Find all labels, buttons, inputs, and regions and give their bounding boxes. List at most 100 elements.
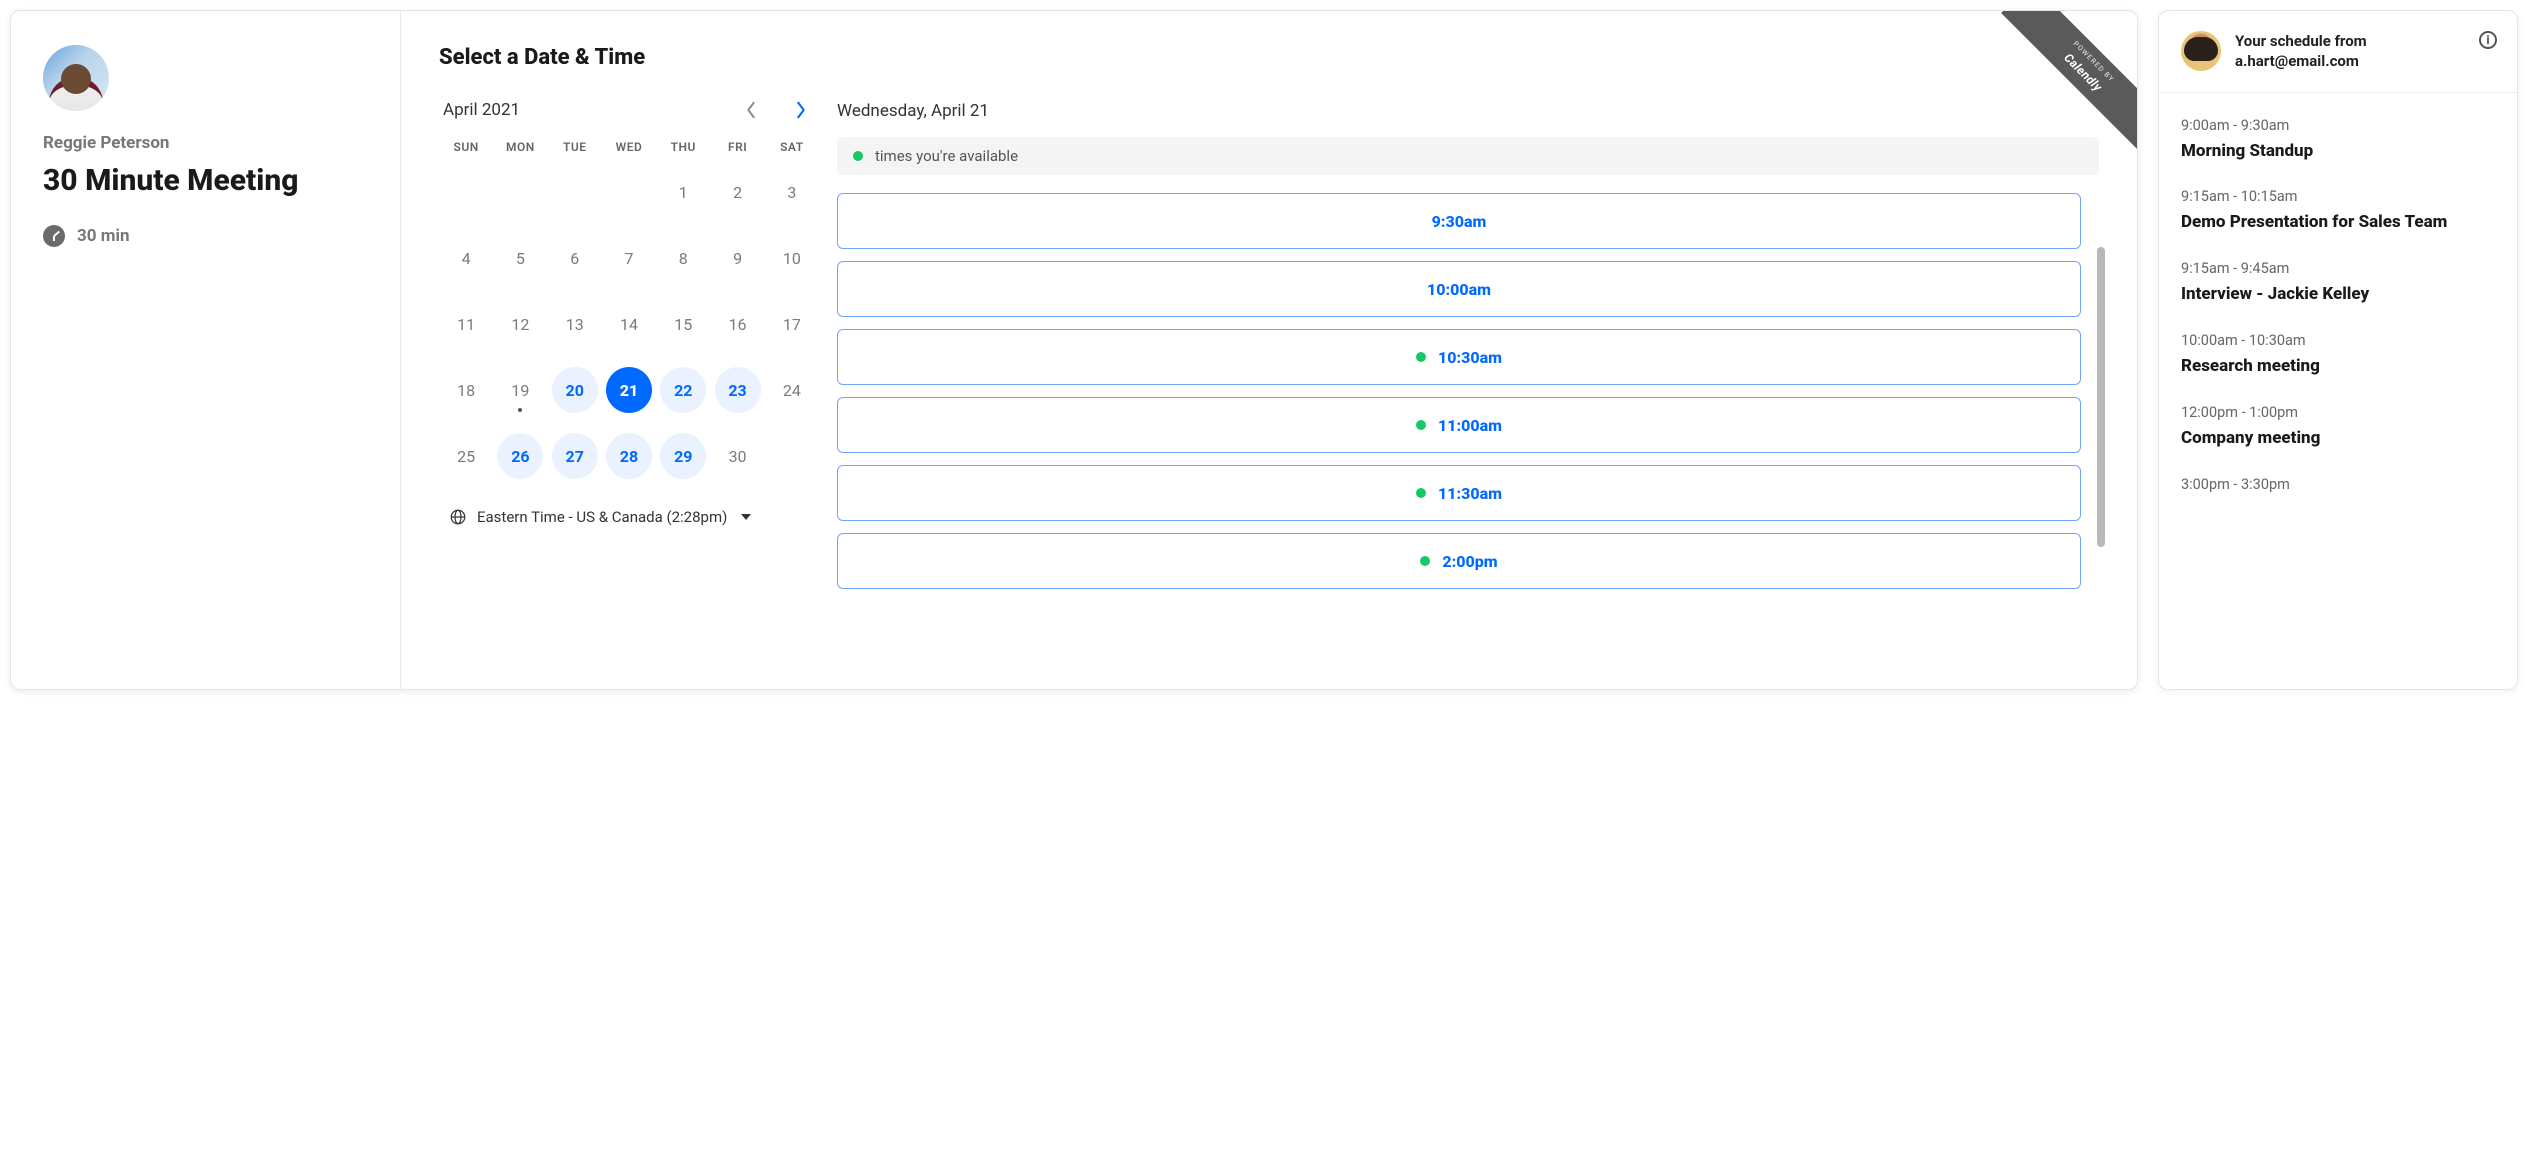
timezone-label: Eastern Time - US & Canada (2:28pm) bbox=[477, 508, 727, 526]
sidebar-header: Your schedule from a.hart@email.com i bbox=[2159, 11, 2517, 93]
meeting-title: 30 Minute Meeting bbox=[43, 163, 368, 199]
calendar-day-number: 3 bbox=[787, 183, 796, 202]
calendar-day: 30 bbox=[710, 432, 764, 480]
weekday-label: FRI bbox=[710, 140, 764, 154]
schedule-item-time: 12:00pm - 1:00pm bbox=[2181, 404, 2495, 421]
calendar-day[interactable]: 22 bbox=[656, 366, 710, 414]
calendar-day-number: 1 bbox=[679, 183, 688, 202]
calendar-day: 14 bbox=[602, 300, 656, 348]
calendar-day[interactable]: 20 bbox=[548, 366, 602, 414]
calendar-day-number: 26 bbox=[511, 447, 529, 466]
timezone-selector[interactable]: Eastern Time - US & Canada (2:28pm) bbox=[439, 508, 819, 526]
calendar-day bbox=[602, 168, 656, 216]
scrollbar-thumb[interactable] bbox=[2097, 247, 2105, 547]
clock-icon bbox=[43, 225, 65, 247]
info-icon[interactable]: i bbox=[2479, 31, 2497, 49]
calendar-day: 6 bbox=[548, 234, 602, 282]
calendar-day: 8 bbox=[656, 234, 710, 282]
calendar-day-number: 20 bbox=[566, 381, 584, 400]
schedule-item-title: Research meeting bbox=[2181, 355, 2495, 378]
calendar-day: 5 bbox=[493, 234, 547, 282]
calendar-day: 25 bbox=[439, 432, 493, 480]
time-slot-button[interactable]: 10:00am bbox=[837, 261, 2081, 317]
time-slot-label: 10:00am bbox=[1427, 280, 1491, 299]
calendar-day-number: 10 bbox=[783, 249, 801, 268]
calendar-day[interactable]: 28 bbox=[602, 432, 656, 480]
calendar-day-number: 22 bbox=[674, 381, 692, 400]
calendar-day-number: 27 bbox=[566, 447, 584, 466]
schedule-item-time: 9:00am - 9:30am bbox=[2181, 117, 2495, 134]
calendar-day[interactable]: 23 bbox=[710, 366, 764, 414]
schedule-item: 3:00pm - 3:30pm bbox=[2181, 456, 2495, 505]
sidebar-title-line2: a.hart@email.com bbox=[2235, 51, 2367, 71]
calendar-day[interactable]: 27 bbox=[548, 432, 602, 480]
calendar-day-number: 21 bbox=[620, 381, 638, 400]
time-slot-label: 11:00am bbox=[1438, 416, 1502, 435]
calendar-day: 24 bbox=[765, 366, 819, 414]
calendar-grid: 1234567891011121314151617181920212223242… bbox=[439, 168, 819, 480]
calendar-day bbox=[439, 168, 493, 216]
calendar-day-number: 28 bbox=[620, 447, 638, 466]
schedule-item-time: 9:15am - 9:45am bbox=[2181, 260, 2495, 277]
host-avatar bbox=[43, 45, 109, 111]
schedule-item-title: Demo Presentation for Sales Team bbox=[2181, 211, 2495, 234]
time-slot-button[interactable]: 10:30am bbox=[837, 329, 2081, 385]
schedule-item-time: 9:15am - 10:15am bbox=[2181, 188, 2495, 205]
calendar-day-number: 9 bbox=[733, 249, 742, 268]
schedule-list[interactable]: 9:00am - 9:30amMorning Standup9:15am - 1… bbox=[2159, 93, 2517, 522]
weekday-label: SUN bbox=[439, 140, 493, 154]
calendar-day[interactable]: 21 bbox=[602, 366, 656, 414]
duration-label: 30 min bbox=[77, 226, 130, 246]
time-slot-button[interactable]: 11:00am bbox=[837, 397, 2081, 453]
calendar-day-number: 11 bbox=[457, 315, 475, 334]
selected-date-label: Wednesday, April 21 bbox=[837, 101, 2099, 121]
duration-row: 30 min bbox=[43, 225, 368, 247]
calendar-column: Select a Date & Time April 2021 SUNMONTU… bbox=[439, 45, 819, 669]
time-slot-button[interactable]: 11:30am bbox=[837, 465, 2081, 521]
event-details-panel: Reggie Peterson 30 Minute Meeting 30 min bbox=[11, 11, 401, 689]
calendar-day-number: 7 bbox=[624, 249, 633, 268]
time-slot-label: 2:00pm bbox=[1442, 552, 1497, 571]
calendar-day: 9 bbox=[710, 234, 764, 282]
calendar-day-number: 16 bbox=[729, 315, 747, 334]
calendar-day-number: 30 bbox=[729, 447, 747, 466]
available-dot-icon bbox=[1416, 420, 1426, 430]
time-slot-button[interactable]: 2:00pm bbox=[837, 533, 2081, 589]
available-dot-icon bbox=[853, 151, 863, 161]
weekday-label: SAT bbox=[765, 140, 819, 154]
schedule-item-title: Interview - Jackie Kelley bbox=[2181, 283, 2495, 306]
user-avatar bbox=[2181, 31, 2221, 71]
calendar-day: 3 bbox=[765, 168, 819, 216]
calendar-day: 1 bbox=[656, 168, 710, 216]
calendar-day-number: 23 bbox=[728, 381, 746, 400]
prev-month-button[interactable] bbox=[743, 102, 759, 118]
calendar-day[interactable]: 29 bbox=[656, 432, 710, 480]
calendar-day-number: 29 bbox=[674, 447, 692, 466]
calendar-day-number: 14 bbox=[620, 315, 638, 334]
weekday-label: WED bbox=[602, 140, 656, 154]
globe-icon bbox=[449, 508, 467, 526]
schedule-sidebar: Your schedule from a.hart@email.com i 9:… bbox=[2158, 10, 2518, 690]
calendar-day-number: 12 bbox=[511, 315, 529, 334]
calendar-day-number: 2 bbox=[733, 183, 742, 202]
booking-card: POWERED BY Calendly Reggie Peterson 30 M… bbox=[10, 10, 2138, 690]
next-month-button[interactable] bbox=[793, 102, 809, 118]
calendar-day-number: 24 bbox=[783, 381, 801, 400]
month-label: April 2021 bbox=[443, 100, 520, 120]
time-slot-button[interactable]: 9:30am bbox=[837, 193, 2081, 249]
time-slot-list[interactable]: 9:30am 10:00am 10:30am 11:00am 11:30am 2:00pm bbox=[837, 193, 2099, 589]
schedule-item: 9:15am - 10:15am Demo Presentation for Sa… bbox=[2181, 168, 2495, 240]
available-dot-icon bbox=[1420, 556, 1430, 566]
calendar-day-number: 19 bbox=[511, 381, 529, 400]
date-time-panel: Select a Date & Time April 2021 SUNMONTU… bbox=[401, 11, 2137, 689]
time-slot-label: 9:30am bbox=[1432, 212, 1487, 231]
calendar-day-number: 15 bbox=[674, 315, 692, 334]
calendar-day-number: 8 bbox=[679, 249, 688, 268]
time-slot-label: 11:30am bbox=[1438, 484, 1502, 503]
calendar-day bbox=[548, 168, 602, 216]
weekday-header: SUNMONTUEWEDTHUFRISAT bbox=[439, 140, 819, 154]
powered-by-ribbon[interactable]: POWERED BY Calendly bbox=[1997, 11, 2137, 151]
sidebar-title-line1: Your schedule from bbox=[2235, 31, 2367, 51]
calendar-day: 15 bbox=[656, 300, 710, 348]
calendar-day[interactable]: 26 bbox=[493, 432, 547, 480]
